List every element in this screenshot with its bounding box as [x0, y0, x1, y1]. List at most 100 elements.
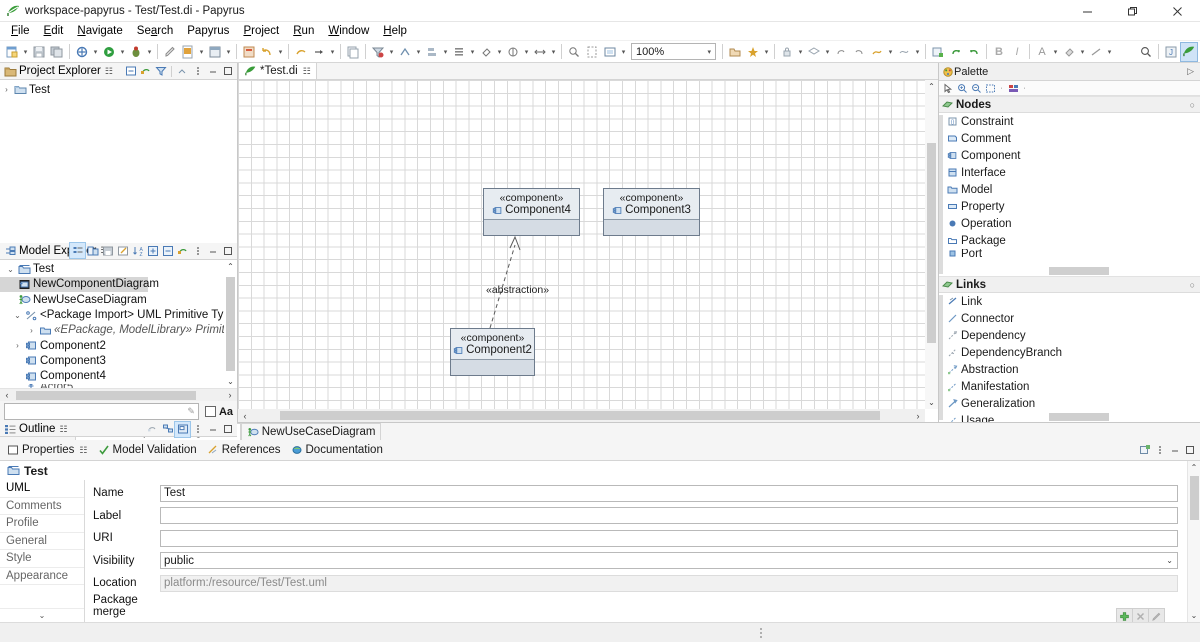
apply-stereotype-icon[interactable] — [745, 43, 761, 61]
papyrus-perspective-active-icon[interactable] — [1180, 41, 1198, 62]
italic-icon[interactable]: I — [1009, 43, 1025, 61]
model-explorer-tree[interactable]: ⌄ Test NewComponentDiagram NewUseCaseDia… — [0, 259, 237, 388]
save-icon[interactable] — [31, 43, 47, 61]
view-tab-references[interactable]: References — [203, 440, 287, 460]
side-tab-profile[interactable]: Profile — [0, 515, 84, 533]
new-layer-icon[interactable] — [930, 43, 946, 61]
show-list-icon[interactable] — [69, 242, 86, 259]
marquee-dropdown-arrow[interactable]: · — [997, 79, 1006, 97]
maximize-button[interactable] — [1110, 0, 1155, 22]
palette-item-property[interactable]: Property — [939, 198, 1200, 215]
canvas-hscrollbar[interactable]: ‹ › — [238, 409, 925, 422]
project-explorer-vscrollbar[interactable] — [224, 80, 237, 243]
align-icon[interactable] — [424, 43, 440, 61]
maximize-icon[interactable] — [220, 422, 235, 437]
new-icon[interactable] — [4, 43, 20, 61]
bold-icon[interactable]: B — [991, 43, 1007, 61]
scroll-up-icon[interactable]: ⌃ — [224, 260, 237, 273]
palette-item-model[interactable]: Model — [939, 181, 1200, 198]
close-icon[interactable]: ☷ — [303, 66, 311, 77]
filter-dropdown-arrow[interactable]: ▾ — [387, 43, 396, 61]
line-style-dropdown-arrow[interactable]: ▾ — [522, 43, 531, 61]
tab-new-usecase-diagram[interactable]: NewUseCaseDiagram — [240, 423, 382, 440]
fill-bucket-icon[interactable] — [1061, 43, 1077, 61]
label-input[interactable] — [160, 507, 1178, 525]
menu-edit[interactable]: Edit — [37, 24, 71, 38]
scroll-right-icon[interactable]: › — [911, 411, 925, 421]
minimize-icon[interactable] — [205, 243, 220, 258]
menu-file[interactable]: File — [4, 24, 37, 38]
scroll-down-icon[interactable]: ⌄ — [925, 396, 938, 409]
new-dropdown-arrow[interactable]: ▾ — [21, 43, 30, 61]
palette-item-generalization[interactable]: Generalization — [939, 395, 1200, 412]
view-menu-icon[interactable] — [190, 64, 205, 79]
fit-page-icon[interactable] — [602, 43, 618, 61]
tree-row-component2[interactable]: › Component2 — [0, 338, 237, 353]
editor-tab-test-di[interactable]: *Test.di ☷ — [238, 62, 317, 79]
scroll-right-icon[interactable]: › — [223, 390, 237, 400]
format-dropdown-arrow[interactable]: · — [1020, 79, 1029, 97]
link-with-editor-icon[interactable] — [138, 64, 153, 79]
palette-item-port[interactable]: Port — [939, 249, 1200, 258]
palette-links-hscroll-thumb[interactable] — [1049, 413, 1109, 421]
group-collapse-icon[interactable]: ○ — [1190, 280, 1195, 290]
view-tab-properties[interactable]: Properties ☷ — [3, 440, 94, 460]
expand-all-icon[interactable] — [145, 243, 160, 258]
palette-item-operation[interactable]: Operation — [939, 215, 1200, 232]
menu-search[interactable]: Search — [130, 24, 180, 38]
palette-item-dependency[interactable]: Dependency — [939, 327, 1200, 344]
expand-arrow-icon[interactable]: ⌄ — [11, 311, 24, 320]
scroll-up-icon[interactable]: ⌃ — [925, 80, 938, 93]
zoom-in-icon[interactable] — [955, 82, 969, 95]
menu-run[interactable]: Run — [286, 24, 321, 38]
maximize-icon[interactable] — [220, 243, 235, 258]
justify-dropdown-arrow[interactable]: ▾ — [468, 43, 477, 61]
debug-dropdown-arrow[interactable]: ▾ — [145, 43, 154, 61]
font-color-icon[interactable]: A — [1034, 43, 1050, 61]
open-element-icon[interactable] — [727, 43, 743, 61]
save-model-icon[interactable] — [100, 243, 115, 258]
fit-dropdown-arrow[interactable]: ▾ — [619, 43, 628, 61]
page-break-icon[interactable] — [584, 43, 600, 61]
new-uml-model-icon[interactable] — [180, 43, 196, 61]
side-tab-general[interactable]: General — [0, 533, 84, 550]
papyrus-perspective-icon[interactable] — [241, 43, 257, 61]
stereotype-dropdown-arrow[interactable]: ▾ — [762, 43, 771, 61]
menu-help[interactable]: Help — [376, 24, 414, 38]
menu-project[interactable]: Project — [236, 24, 286, 38]
diagram-node-component2[interactable]: «component» Component2 — [450, 328, 535, 376]
lock-dropdown-arrow[interactable]: ▾ — [796, 43, 805, 61]
side-tab-comments[interactable]: Comments — [0, 498, 84, 515]
model-explorer-hscrollbar[interactable]: ‹ › — [0, 388, 237, 401]
tree-row-epackage-primitivetypes[interactable]: › «EPackage, ModelLibrary» PrimitiveTyp.… — [0, 323, 237, 338]
minimize-icon[interactable] — [205, 422, 220, 437]
layer-dropdown-arrow[interactable]: ▾ — [823, 43, 832, 61]
filter-diagram-icon[interactable] — [370, 43, 386, 61]
java-perspective-icon[interactable]: J — [1163, 43, 1179, 61]
link-editor-green-icon[interactable] — [175, 243, 190, 258]
expand-arrow-icon[interactable]: › — [25, 326, 38, 335]
fill-dropdown-arrow[interactable]: ▾ — [495, 43, 504, 61]
view-menu-icon[interactable] — [190, 243, 205, 258]
line-color-dropdown-arrow[interactable]: ▾ — [1105, 43, 1114, 61]
tree-row-new-component-diagram[interactable]: NewComponentDiagram — [0, 276, 159, 293]
properties-vscrollbar[interactable]: ⌃ ⌄ — [1187, 461, 1200, 622]
expand-arrow-icon[interactable]: ⌄ — [4, 265, 17, 274]
run-icon[interactable] — [101, 43, 117, 61]
visibility-combo[interactable]: public ⌄ — [160, 552, 1178, 570]
view-menu-icon[interactable] — [1152, 443, 1167, 458]
close-button[interactable] — [1155, 0, 1200, 22]
font-color-dropdown-arrow[interactable]: ▾ — [1051, 43, 1060, 61]
resize-icon[interactable] — [532, 43, 548, 61]
arrange-dropdown-arrow[interactable]: ▾ — [414, 43, 423, 61]
group-collapse-icon[interactable]: ○ — [1190, 100, 1195, 110]
undo-dropdown-arrow[interactable]: ▾ — [276, 43, 285, 61]
forward-arrow-icon[interactable] — [311, 43, 327, 61]
view-tab-documentation[interactable]: Documentation — [287, 440, 389, 460]
new-diagram-icon[interactable] — [207, 43, 223, 61]
side-tab-uml[interactable]: UML — [0, 480, 84, 498]
route2-dropdown-arrow[interactable]: ▾ — [913, 43, 922, 61]
validate-icon[interactable] — [74, 43, 90, 61]
scroll-left-icon[interactable]: ‹ — [0, 390, 14, 400]
save-all-icon[interactable] — [49, 43, 65, 61]
